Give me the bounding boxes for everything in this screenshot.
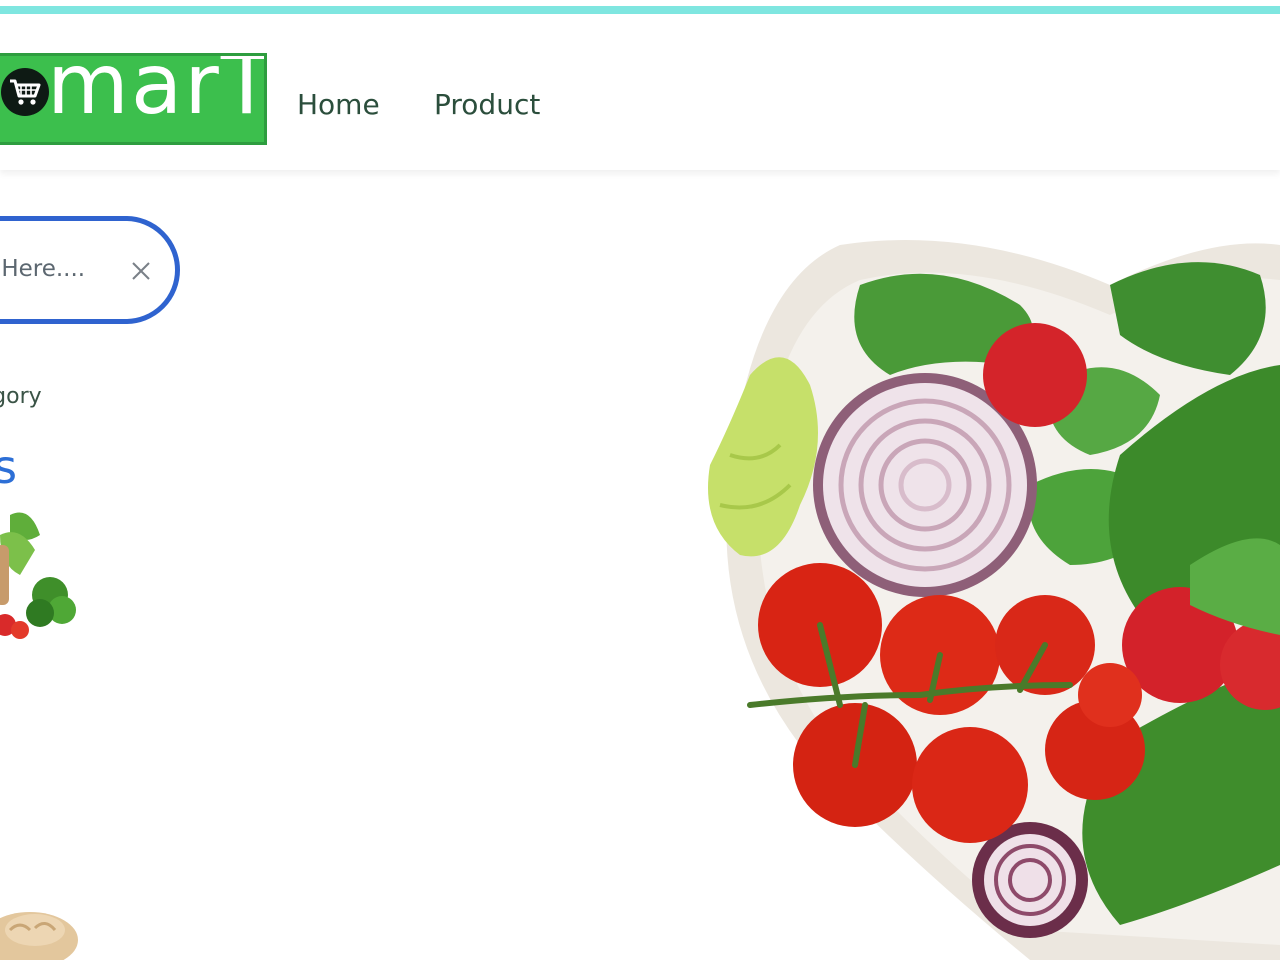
site-header: marT Home Product [0, 14, 1280, 170]
vegetables-thumbnail[interactable] [0, 505, 80, 655]
nav-product-link[interactable]: Product [434, 88, 540, 121]
search-box [0, 216, 180, 324]
category-label: tegory [0, 384, 42, 409]
search-input[interactable] [0, 249, 125, 289]
bakery-thumbnail[interactable] [0, 890, 80, 960]
hero-heart-bowl-image [708, 240, 1280, 960]
category-name[interactable]: les [0, 440, 17, 494]
nav-home-link[interactable]: Home [297, 88, 380, 121]
logo-wordmark: marT [47, 53, 267, 133]
shopping-cart-icon [1, 68, 49, 116]
close-icon[interactable] [127, 257, 155, 285]
site-logo[interactable]: marT [0, 53, 267, 145]
top-accent-strip [0, 6, 1280, 14]
